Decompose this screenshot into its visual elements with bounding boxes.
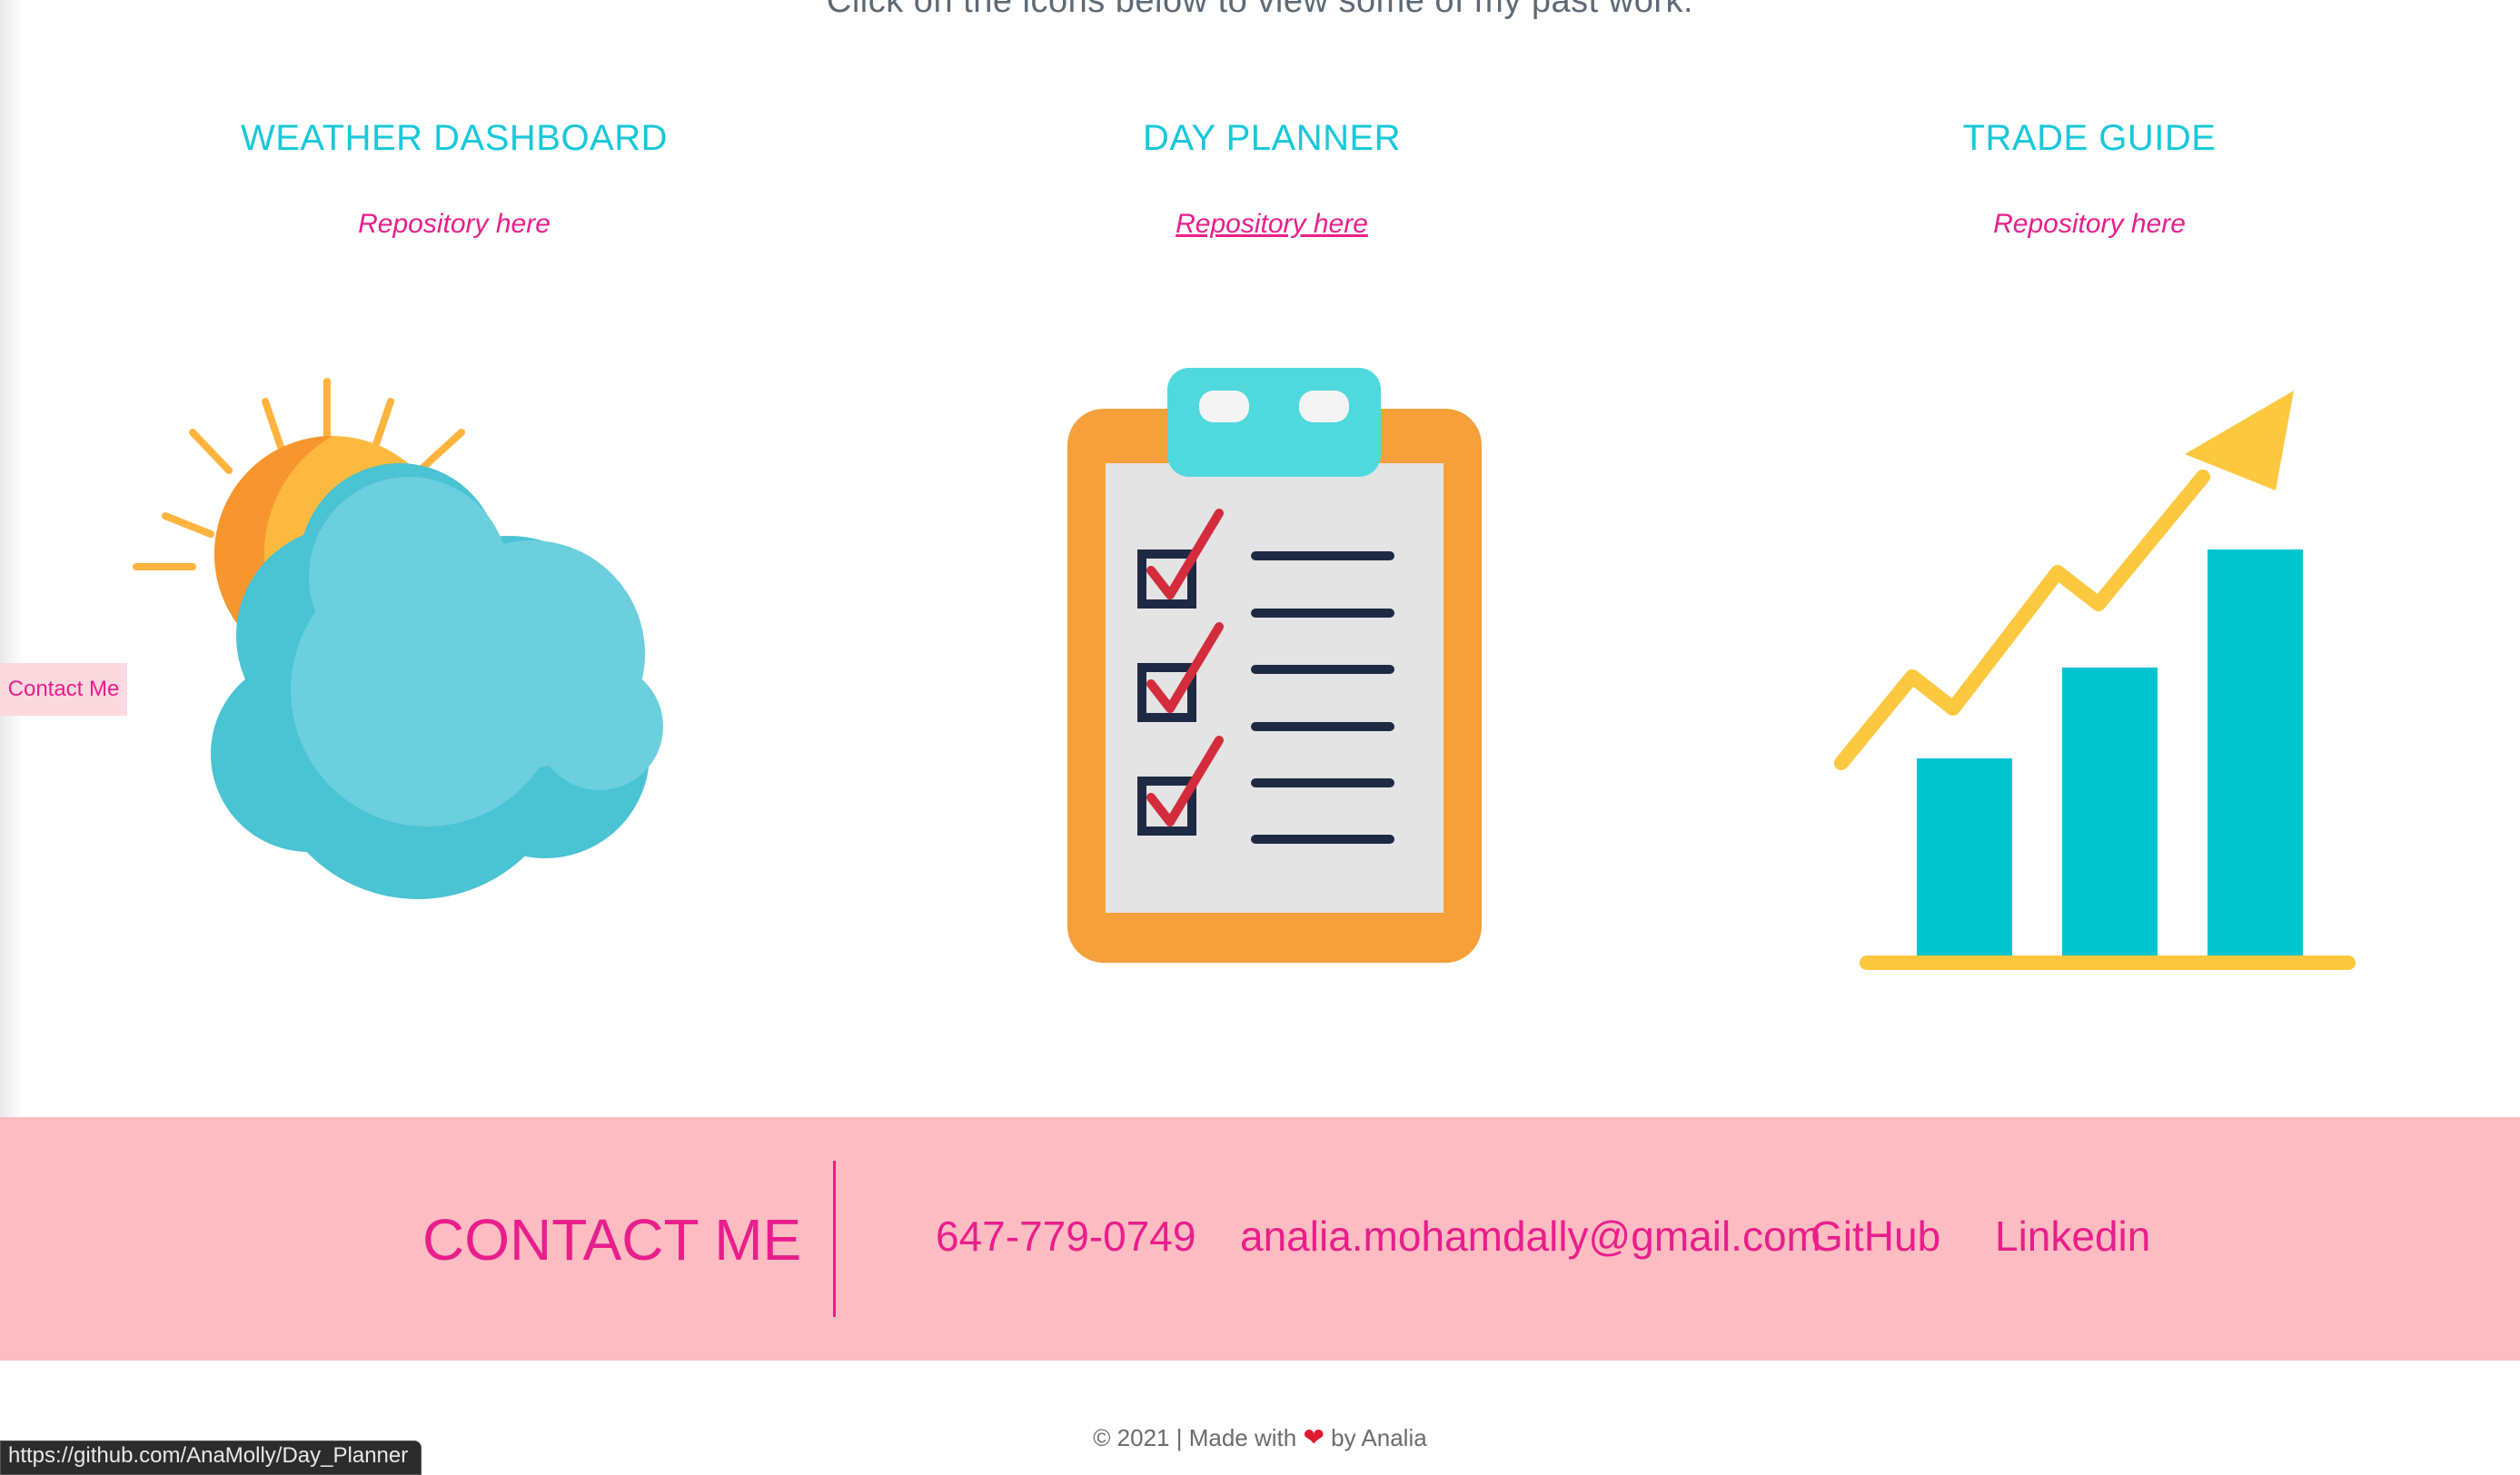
growth-chart-icon[interactable] [1821,381,2376,981]
contact-heading: CONTACT ME [422,1207,802,1272]
linkedin-link[interactable]: Linkedin [1995,1212,2150,1261]
project-title-day-planner: DAY PLANNER [1142,118,1402,158]
email-link[interactable]: analia.mohamdally@gmail.com [1240,1212,1821,1261]
phone-link[interactable]: 647-779-0749 [936,1212,1196,1261]
repo-link-trade-guide[interactable]: Repository here [1681,209,2498,240]
project-title-trade-guide: TRADE GUIDE [1962,118,2217,158]
github-link[interactable]: GitHub [1811,1212,1940,1261]
status-bar-url: https://github.com/AnaMolly/Day_Planner [0,1440,422,1475]
heart-icon: ❤ [1303,1423,1324,1451]
footer-copyright: © 2021 | Made with [1093,1424,1297,1451]
page-left-shadow [0,0,24,1117]
weather-icon[interactable] [127,363,790,945]
clipboard-checklist-icon[interactable] [1063,363,1490,972]
repo-link-weather-dashboard[interactable]: Repository here [45,209,863,240]
footer-author: by Analia [1331,1424,1427,1451]
contact-me-tab[interactable]: Contact Me [0,663,127,716]
project-title-weather-dashboard: WEATHER DASHBOARD [240,118,669,158]
contact-divider [833,1161,836,1317]
intro-text: Click on the icons below to view some of… [826,0,1694,20]
repo-link-day-planner[interactable]: Repository here [863,209,1681,240]
